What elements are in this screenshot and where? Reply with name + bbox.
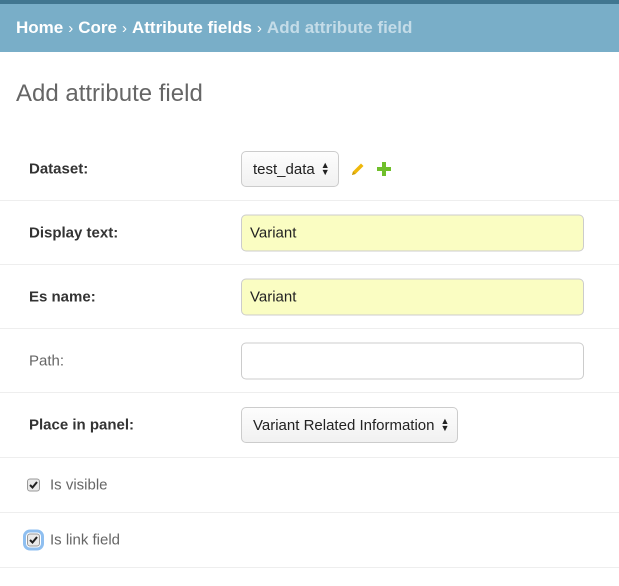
is-link-field-checkbox[interactable] — [23, 529, 44, 551]
breadcrumb: Home › Core › Attribute fields › Add att… — [0, 4, 619, 52]
plus-icon[interactable] — [375, 160, 393, 178]
es-name-field — [241, 278, 584, 315]
es-name-row: Es name: — [0, 265, 619, 329]
place-in-panel-select-value: Variant Related Information — [253, 416, 435, 434]
breadcrumb-core-link[interactable]: Core — [78, 18, 117, 38]
select-arrows-icon: ▲ ▼ — [440, 416, 450, 433]
breadcrumb-home-link[interactable]: Home — [16, 18, 63, 38]
dataset-label: Dataset: — [29, 160, 89, 178]
is-visible-field: Is visible — [27, 477, 108, 494]
pencil-icon[interactable] — [349, 160, 367, 178]
es-name-input[interactable] — [241, 278, 584, 315]
dataset-select[interactable]: test_data ▲ ▼ — [241, 151, 339, 187]
select-arrows-icon: ▲ ▼ — [320, 160, 330, 177]
path-label: Path: — [29, 352, 65, 369]
breadcrumb-separator: › — [68, 19, 74, 37]
is-link-field-row: Is link field — [0, 513, 619, 568]
checkmark-icon — [29, 536, 38, 544]
attribute-field-form: Dataset: test_data ▲ ▼ Display text: Var… — [0, 138, 619, 568]
place-in-panel-row: Place in panel: Variant Related Informat… — [0, 393, 619, 458]
breadcrumb-current: Add attribute field — [266, 18, 413, 37]
path-row: Path: — [0, 329, 619, 393]
is-link-field-field: Is link field — [23, 529, 121, 551]
path-input[interactable] — [241, 342, 584, 379]
page-title: Add attribute field — [16, 80, 203, 107]
display-text-row: Display text: — [0, 201, 619, 265]
breadcrumb-separator: › — [256, 19, 262, 37]
breadcrumb-attribute-fields-link[interactable]: Attribute fields — [132, 18, 252, 38]
breadcrumb-separator: › — [121, 19, 127, 37]
is-visible-label: Is visible — [50, 476, 108, 494]
is-visible-row: Is visible — [0, 458, 619, 513]
place-in-panel-label: Place in panel: — [29, 416, 135, 434]
path-field — [241, 342, 584, 379]
dataset-row: Dataset: test_data ▲ ▼ — [0, 138, 619, 201]
display-text-input[interactable] — [241, 214, 584, 251]
is-visible-checkbox[interactable] — [27, 478, 40, 492]
dataset-select-value: test_data — [253, 160, 315, 178]
es-name-label: Es name: — [29, 288, 96, 305]
dataset-field: test_data ▲ ▼ — [241, 151, 393, 187]
checkmark-icon — [29, 481, 38, 489]
is-link-field-label: Is link field — [50, 531, 121, 549]
place-in-panel-select[interactable]: Variant Related Information ▲ ▼ — [241, 407, 459, 443]
display-text-label: Display text: — [29, 224, 119, 241]
display-text-field — [241, 214, 584, 251]
place-in-panel-field: Variant Related Information ▲ ▼ — [241, 407, 459, 443]
